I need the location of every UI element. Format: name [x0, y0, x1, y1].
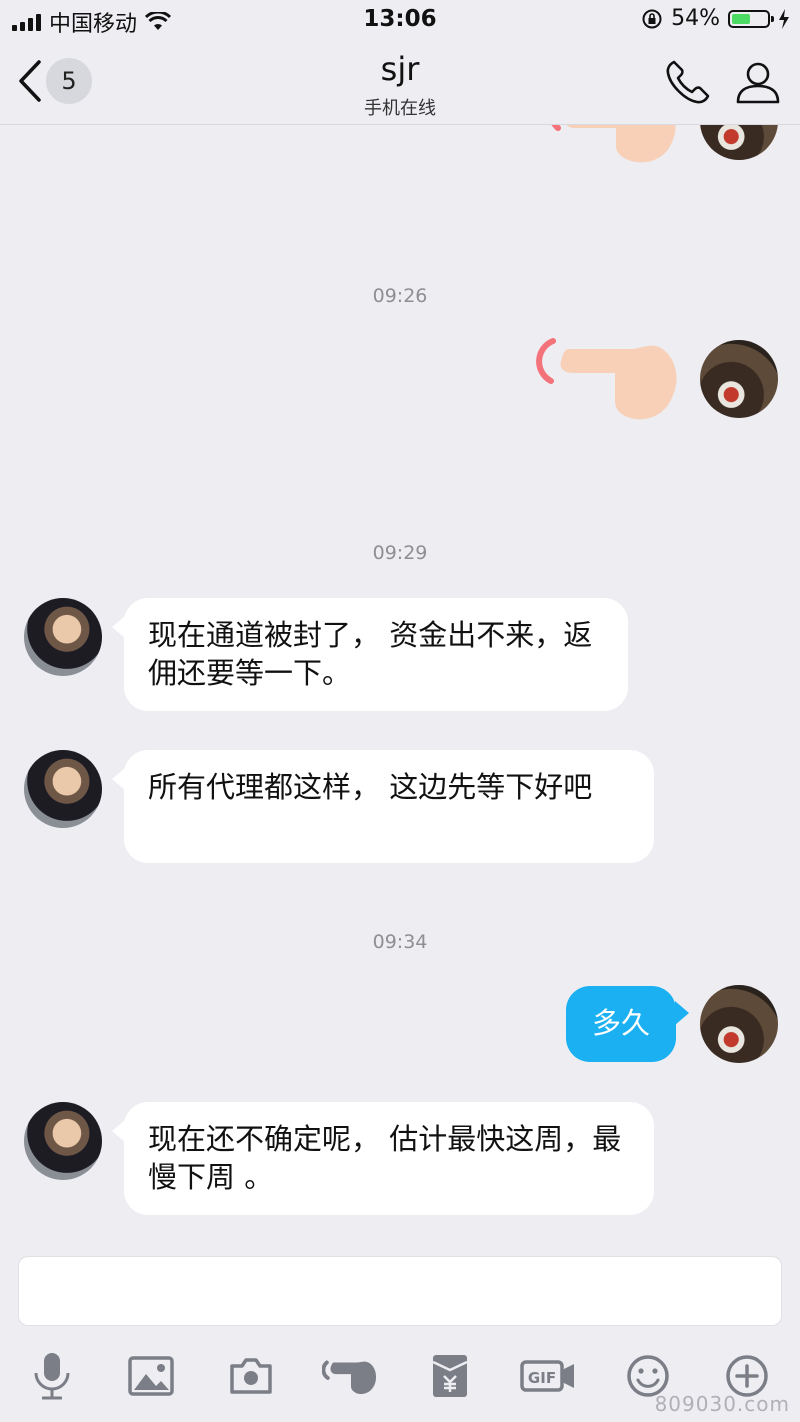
- call-button[interactable]: [660, 54, 716, 110]
- poke-icon: [322, 1360, 377, 1395]
- avatar-contact[interactable]: [24, 598, 102, 676]
- red-packet-icon: [432, 1355, 468, 1397]
- camera-button[interactable]: [223, 1348, 279, 1404]
- profile-button[interactable]: [730, 54, 786, 110]
- chat-header: 5 sjr 手机在线: [0, 40, 800, 125]
- poke-message-partial[interactable]: [540, 125, 680, 174]
- avatar-self[interactable]: [700, 985, 778, 1063]
- poke-hand-icon: [551, 125, 676, 163]
- charging-bolt-icon: [779, 8, 789, 29]
- red-packet-button[interactable]: [422, 1348, 478, 1404]
- voice-button[interactable]: [24, 1348, 80, 1404]
- wifi-icon: [145, 12, 172, 30]
- message-bubble[interactable]: 现在通道被封了， 资金出不来，返佣还要等一下。: [124, 598, 628, 711]
- watermark: 809030.com: [654, 1392, 790, 1416]
- image-icon: [128, 1356, 174, 1396]
- gif-button[interactable]: GIF: [520, 1348, 576, 1404]
- timestamp: 09:34: [372, 931, 428, 953]
- avatar-contact[interactable]: [24, 1102, 102, 1180]
- svg-text:GIF: GIF: [528, 1369, 556, 1387]
- message-list[interactable]: 09:26 09:29 现在通道被封了， 资金出不来，返佣还要等一下。 所有代理…: [0, 125, 800, 1245]
- timestamp: 09:29: [372, 542, 428, 564]
- phone-icon: [666, 60, 710, 104]
- poke-message[interactable]: [535, 337, 680, 431]
- message-input[interactable]: [18, 1256, 782, 1326]
- status-bar: 中国移动 13:06 54%: [0, 0, 800, 40]
- camera-icon: [230, 1358, 272, 1394]
- status-left: 中国移动: [12, 6, 172, 38]
- message-bubble[interactable]: 所有代理都这样， 这边先等下好吧: [124, 750, 654, 863]
- carrier-label: 中国移动: [49, 12, 138, 37]
- avatar-self[interactable]: [700, 125, 778, 160]
- battery-percent: 54%: [671, 6, 720, 31]
- avatar-contact[interactable]: [24, 750, 102, 828]
- poke-hand-icon: [536, 338, 677, 420]
- gif-icon: GIF: [520, 1360, 574, 1392]
- battery-icon: [728, 9, 774, 28]
- avatar-self[interactable]: [700, 340, 778, 418]
- chevron-left-icon: [19, 60, 41, 102]
- person-icon: [736, 62, 780, 104]
- message-bubble[interactable]: 现在还不确定呢， 估计最快这周，最慢下周 。: [124, 1102, 654, 1215]
- poke-button[interactable]: [322, 1348, 378, 1404]
- battery-fill: [732, 13, 750, 24]
- rotation-lock-icon: [642, 9, 662, 28]
- unread-count-badge[interactable]: 5: [46, 58, 92, 104]
- timestamp: 09:26: [372, 285, 428, 307]
- status-right: 54%: [641, 6, 790, 31]
- back-button[interactable]: [10, 56, 50, 106]
- signal-icon: [12, 13, 41, 31]
- message-bubble-self[interactable]: 多久: [566, 986, 676, 1062]
- photo-button[interactable]: [123, 1348, 179, 1404]
- microphone-icon: [34, 1353, 70, 1400]
- bubble-tail: [675, 1001, 689, 1025]
